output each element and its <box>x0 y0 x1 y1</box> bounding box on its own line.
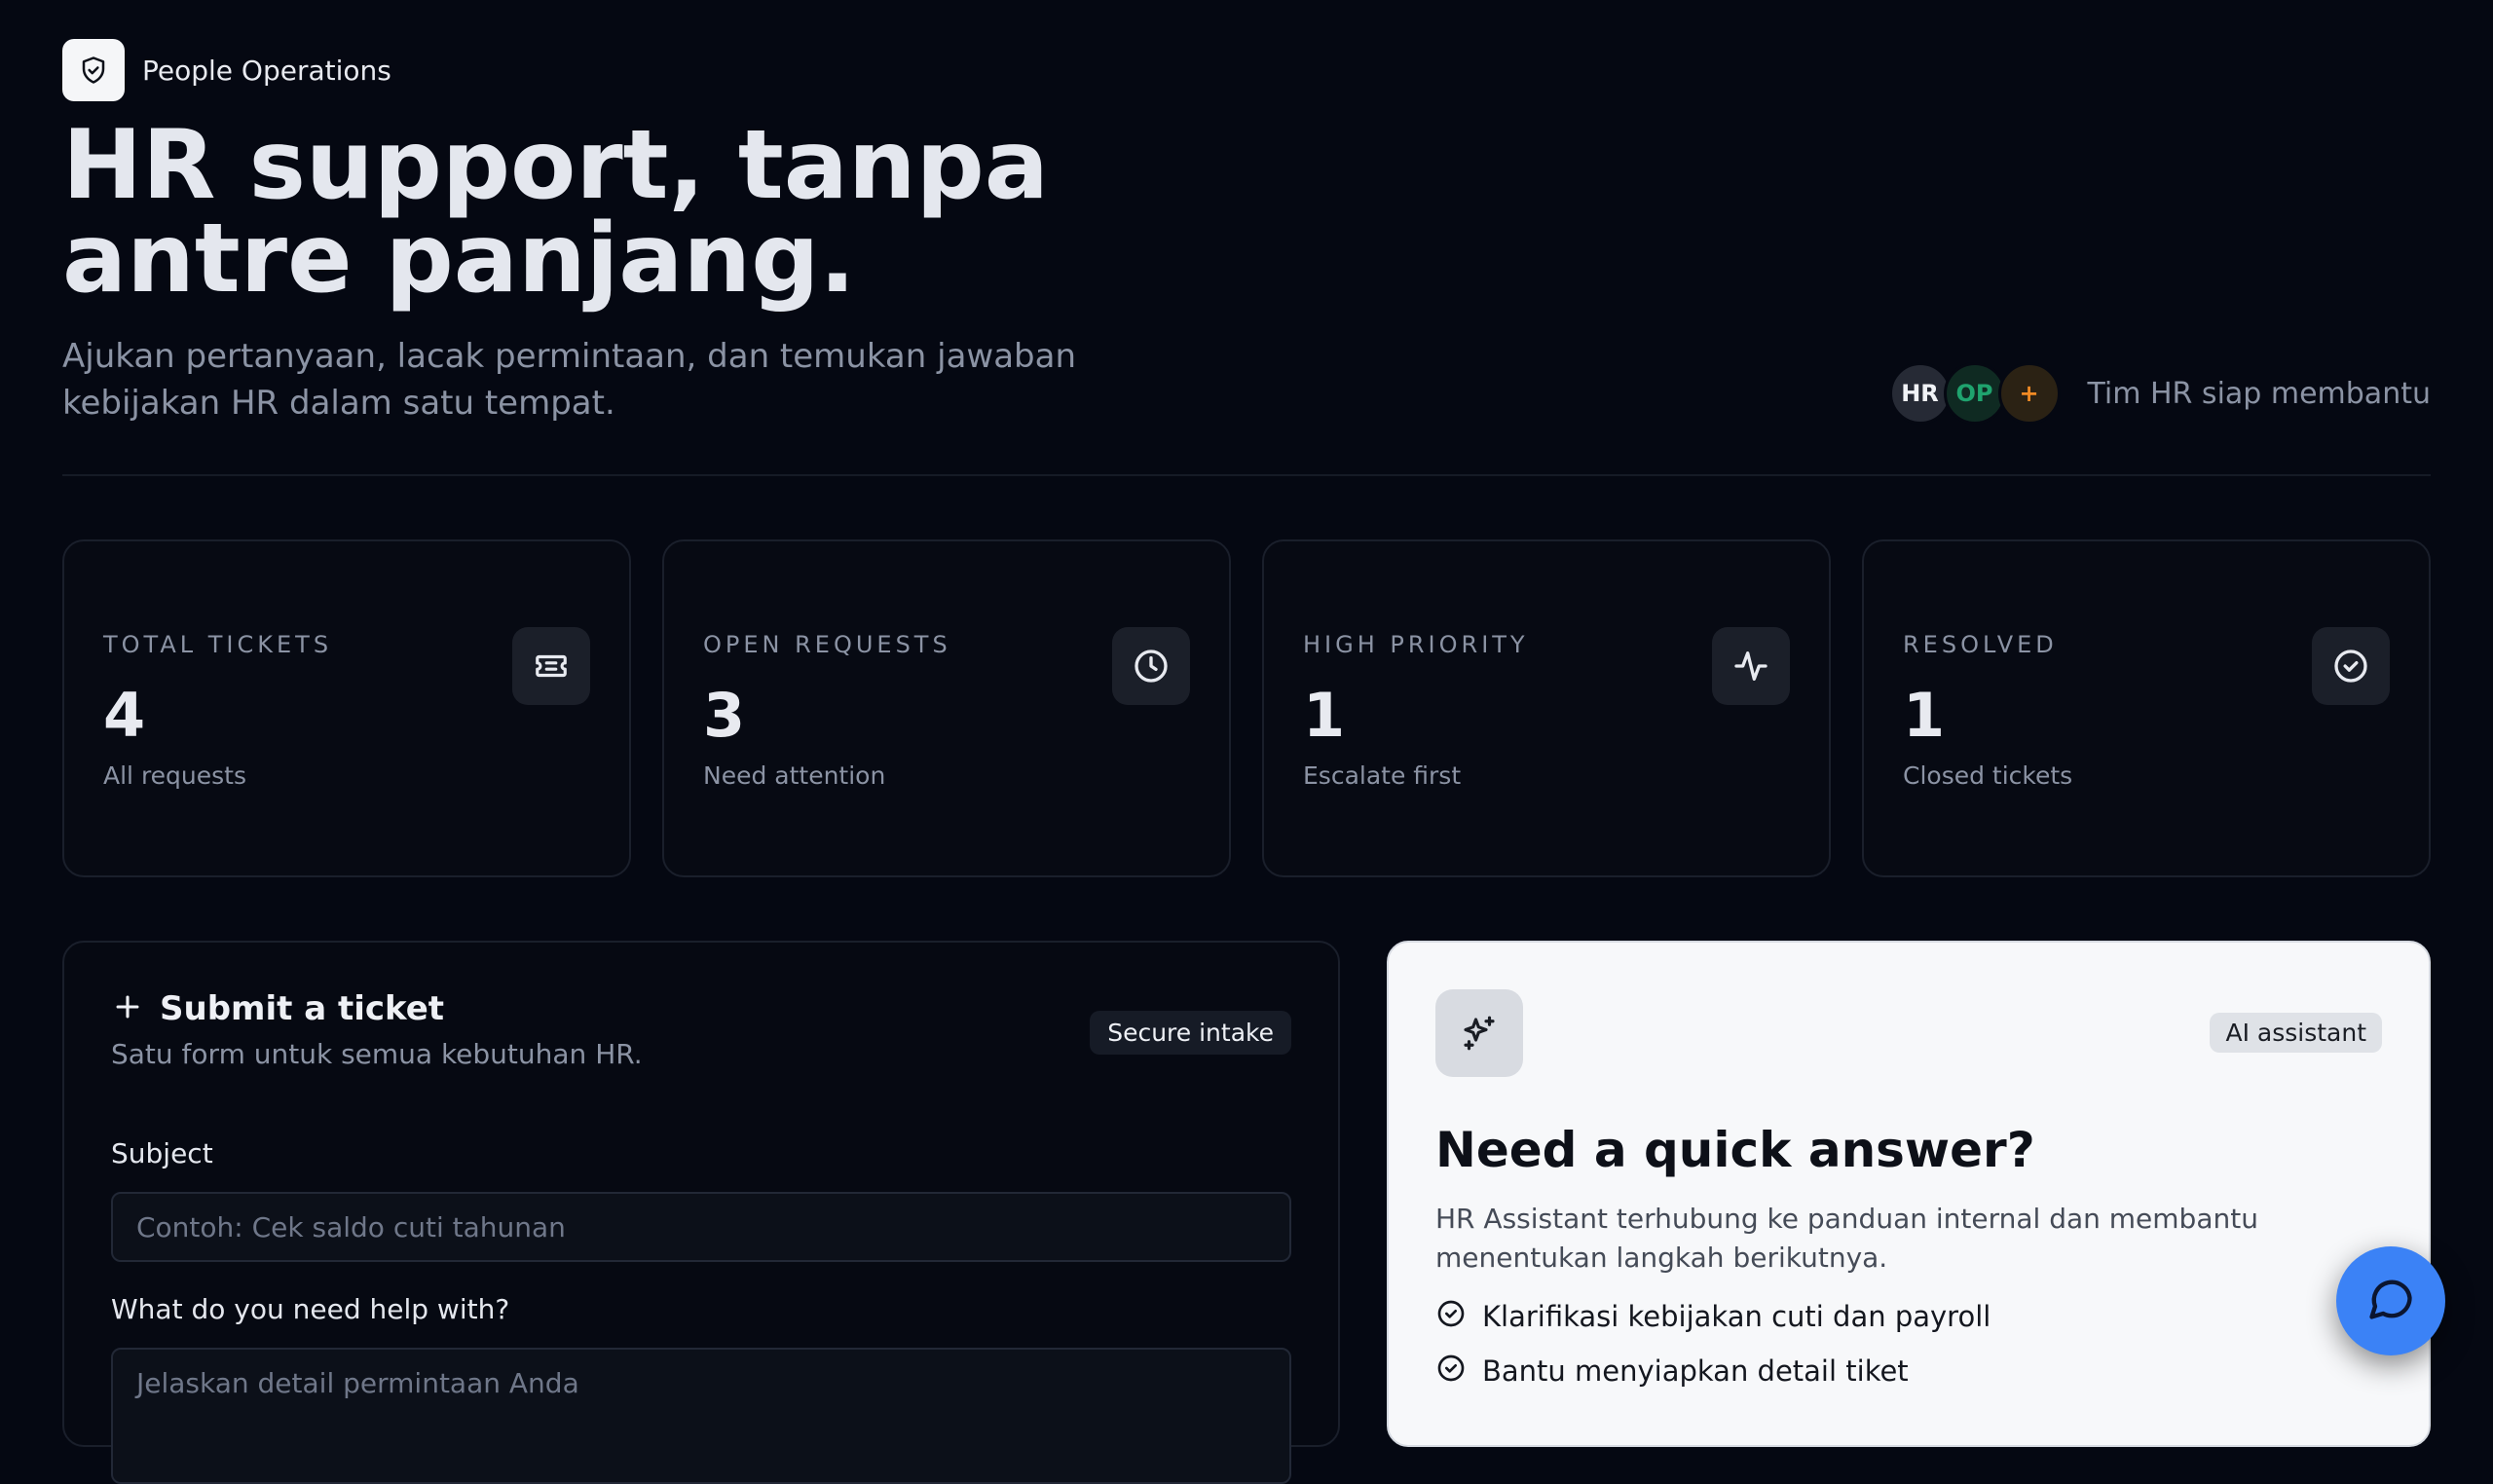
list-item: Bantu menyiapkan detail tiket <box>1435 1344 1991 1398</box>
ai-assistant-card: AI assistant Need a quick answer? HR Ass… <box>1387 941 2431 1447</box>
stat-label: RESOLVED <box>1903 631 2058 658</box>
list-item-label: Klarifikasi kebijakan cuti dan payroll <box>1482 1300 1991 1333</box>
clock-icon <box>1112 627 1190 705</box>
stat-value: 1 <box>1303 680 1346 751</box>
stat-card-total-tickets: TOTAL TICKETS 4 All requests <box>62 539 631 877</box>
ai-title: Need a quick answer? <box>1435 1122 2035 1178</box>
check-circle-icon <box>1435 1298 1467 1336</box>
ticket-form-card: Submit a ticket Satu form untuk semua ke… <box>62 941 1340 1484</box>
check-circle-icon <box>2312 627 2390 705</box>
ticket-header: Submit a ticket <box>111 989 444 1028</box>
stat-value: 3 <box>703 680 746 751</box>
ticket-icon <box>512 627 590 705</box>
stat-note: Need attention <box>703 761 886 790</box>
ai-feature-list: Klarifikasi kebijakan cuti dan payroll B… <box>1435 1289 1991 1398</box>
stat-card-open-requests: OPEN REQUESTS 3 Need attention <box>662 539 1231 877</box>
list-item-label: Bantu menyiapkan detail tiket <box>1482 1354 1909 1388</box>
brand: People Operations <box>62 39 391 101</box>
avatar-group: HR OP + <box>1888 362 2061 425</box>
stat-value: 4 <box>103 680 146 751</box>
stat-card-high-priority: HIGH PRIORITY 1 Escalate first <box>1262 539 1831 877</box>
avatar: HR <box>1888 362 1952 425</box>
ticket-title: Submit a ticket <box>160 989 445 1028</box>
avatar: OP <box>1943 362 2006 425</box>
page-subtitle: Ajukan pertanyaan, lacak permintaan, dan… <box>62 337 1077 423</box>
secure-intake-badge: Secure intake <box>1090 1011 1291 1055</box>
stat-label: OPEN REQUESTS <box>703 631 951 658</box>
stat-value: 1 <box>1903 680 1946 751</box>
shield-check-icon <box>62 39 125 101</box>
details-label: What do you need help with? <box>111 1293 510 1325</box>
list-item: Klarifikasi kebijakan cuti dan payroll <box>1435 1289 1991 1344</box>
check-circle-icon <box>1435 1353 1467 1391</box>
stat-label: TOTAL TICKETS <box>103 631 333 658</box>
plus-icon <box>111 990 144 1027</box>
stat-card-resolved: RESOLVED 1 Closed tickets <box>1862 539 2431 877</box>
sparkles-icon <box>1435 989 1523 1077</box>
message-circle-icon <box>2365 1274 2416 1328</box>
ai-description: HR Assistant terhubung ke panduan intern… <box>1435 1203 2258 1274</box>
page-title: HR support, tanpa antre panjang. <box>62 110 1049 315</box>
ticket-subtitle: Satu form untuk semua kebutuhan HR. <box>111 1038 643 1070</box>
subject-label: Subject <box>111 1137 213 1169</box>
chat-button[interactable] <box>2336 1246 2445 1355</box>
details-textarea[interactable] <box>111 1348 1291 1484</box>
stat-note: Closed tickets <box>1903 761 2073 790</box>
stat-note: Escalate first <box>1303 761 1462 790</box>
stat-label: HIGH PRIORITY <box>1303 631 1529 658</box>
activity-icon <box>1712 627 1790 705</box>
team-label: Tim HR siap membantu <box>2087 376 2432 411</box>
stat-note: All requests <box>103 761 246 790</box>
brand-name: People Operations <box>142 54 391 87</box>
subject-input[interactable] <box>111 1192 1291 1262</box>
ai-assistant-badge: AI assistant <box>2210 1013 2382 1053</box>
team-indicator: HR OP + Tim HR siap membantu <box>1888 362 2432 425</box>
stats-row: TOTAL TICKETS 4 All requests OPEN REQUES… <box>62 539 2431 877</box>
avatar: + <box>1997 362 2061 425</box>
divider <box>62 474 2431 476</box>
